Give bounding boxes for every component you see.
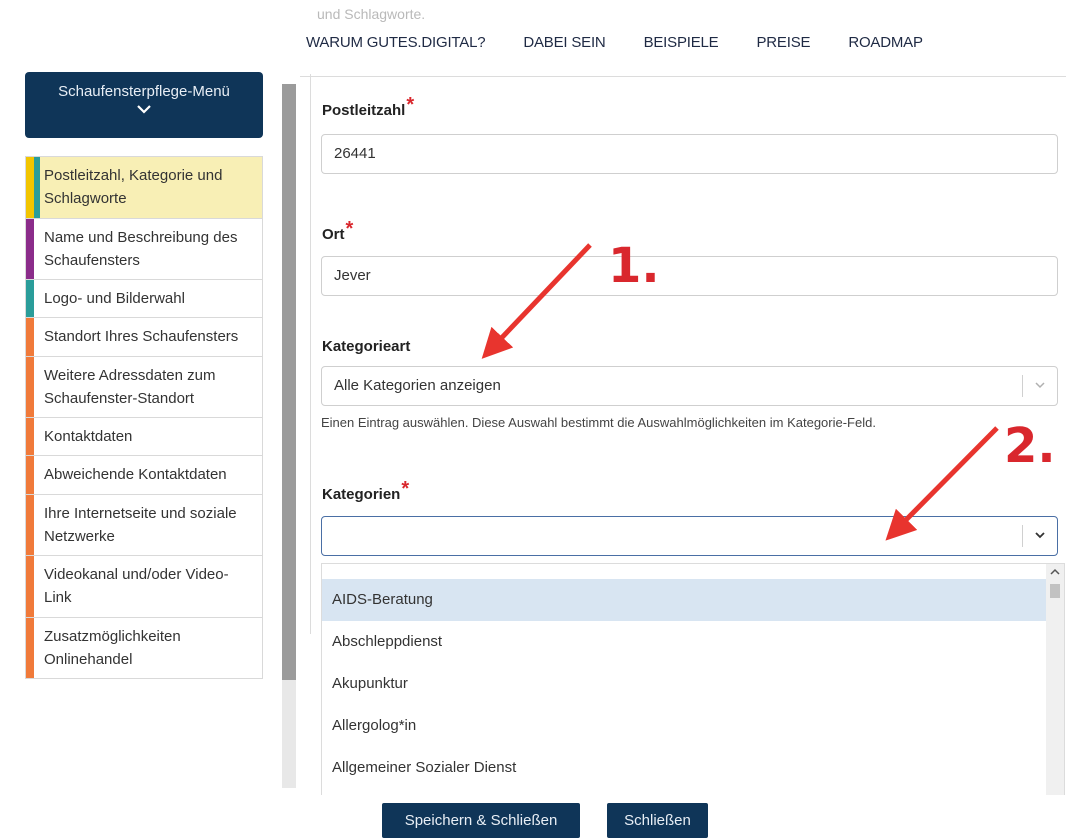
- sidebar-item-label: Weitere Adressdaten zum Schaufenster-Sta…: [44, 366, 216, 407]
- nav-preise[interactable]: PREISE: [756, 34, 810, 51]
- sidebar-item-adressdaten[interactable]: Weitere Adressdaten zum Schaufenster-Sta…: [25, 356, 263, 418]
- required-mark: *: [345, 218, 354, 240]
- sidebar-item-internetseite[interactable]: Ihre Internetseite und soziale Netzwerke: [25, 494, 263, 556]
- sidebar-color-bar: [26, 556, 34, 617]
- kategorien-label-text: Kategorien: [322, 486, 401, 503]
- nav-warum[interactable]: WARUM GUTES.DIGITAL?: [306, 34, 486, 51]
- dropdown-option[interactable]: Abschleppdienst: [322, 621, 1052, 663]
- annotation-step-1: 1.: [608, 238, 660, 294]
- menu-button-label: Schaufensterpflege-Menü: [58, 83, 230, 100]
- nav-dabei-sein[interactable]: DABEI SEIN: [523, 34, 605, 51]
- kategorieart-help-text: Einen Eintrag auswählen. Diese Auswahl b…: [321, 415, 876, 430]
- sidebar-item-label: Videokanal und/oder Video-Link: [44, 566, 229, 607]
- plz-label: Postleitzahl*: [322, 94, 414, 121]
- sidebar-color-bar: [26, 356, 34, 417]
- sidebar-item-label: Name und Beschreibung des Schaufensters: [44, 228, 238, 269]
- sidebar-item-onlinehandel[interactable]: Zusatzmöglichkeiten Onlinehandel: [25, 617, 263, 679]
- dropdown-scrollbar[interactable]: [1046, 564, 1064, 796]
- kategorieart-select[interactable]: Alle Kategorien anzeigen: [321, 366, 1058, 406]
- kategorien-dropdown-list: AIDS-Beratung Abschleppdienst Akupunktur…: [321, 563, 1065, 797]
- menu-toggle-button[interactable]: Schaufensterpflege-Menü: [25, 72, 263, 138]
- nav-roadmap[interactable]: ROADMAP: [848, 34, 923, 51]
- dropdown-option[interactable]: AIDS-Beratung: [322, 579, 1052, 621]
- sidebar-color-bar: [26, 617, 34, 678]
- plz-input[interactable]: 26441: [321, 134, 1058, 174]
- kategorien-label: Kategorien*: [322, 478, 409, 505]
- sidebar-color-bar: [26, 418, 34, 456]
- faded-header-text: und Schlagworte.: [317, 6, 426, 22]
- annotation-step-2: 2.: [1004, 418, 1056, 474]
- plz-label-text: Postleitzahl: [322, 102, 406, 119]
- sidebar-nav: Postleitzahl, Kategorie und Schlagworte …: [25, 156, 263, 679]
- sidebar-scrollbar[interactable]: [282, 84, 296, 788]
- dropdown-spacer: [322, 564, 1064, 579]
- required-mark: *: [401, 478, 410, 500]
- sidebar-item-postleitzahl[interactable]: Postleitzahl, Kategorie und Schlagworte: [25, 156, 263, 219]
- sidebar-color-bar: [26, 218, 34, 279]
- sidebar-color-bar: [26, 494, 34, 555]
- sidebar-item-videokanal[interactable]: Videokanal und/oder Video-Link: [25, 556, 263, 618]
- scrollbar-thumb[interactable]: [282, 84, 296, 680]
- sidebar-item-label: Abweichende Kontaktdaten: [44, 466, 227, 484]
- sidebar-item-label: Standort Ihres Schaufensters: [44, 328, 239, 346]
- sidebar-item-label: Zusatzmöglichkeiten Onlinehandel: [44, 627, 181, 668]
- dropdown-option[interactable]: Allergolog*in: [322, 705, 1052, 747]
- sidebar-color-bar: [26, 456, 34, 494]
- kategorieart-label: Kategorieart: [322, 338, 411, 355]
- sidebar-item-label: Postleitzahl, Kategorie und Schlagworte: [44, 167, 223, 208]
- nav-beispiele[interactable]: BEISPIELE: [644, 34, 719, 51]
- sidebar-color-bar: [26, 157, 34, 218]
- required-mark: *: [406, 94, 415, 116]
- sidebar-item-logo[interactable]: Logo- und Bilderwahl: [25, 280, 263, 319]
- kategorieart-select-value: Alle Kategorien anzeigen: [334, 377, 501, 394]
- sidebar-item-standort[interactable]: Standort Ihres Schaufensters: [25, 318, 263, 357]
- sidebar-color-bar: [26, 318, 34, 356]
- sidebar-item-label: Kontaktdaten: [44, 428, 133, 445]
- chevron-down-icon: [1035, 532, 1045, 539]
- chevron-up-icon[interactable]: [1050, 568, 1060, 576]
- chevron-down-icon: [137, 105, 151, 114]
- sidebar-color-bar: [26, 280, 34, 318]
- select-arrow[interactable]: [1022, 375, 1057, 397]
- select-arrow[interactable]: [1022, 525, 1057, 547]
- sidebar-item-label: Ihre Internetseite und soziale Netzwerke: [44, 504, 237, 545]
- sidebar-item-abweichende[interactable]: Abweichende Kontaktdaten: [25, 456, 263, 495]
- sidebar-item-name[interactable]: Name und Beschreibung des Schaufensters: [25, 218, 263, 280]
- top-navigation: WARUM GUTES.DIGITAL? DABEI SEIN BEISPIEL…: [306, 34, 961, 51]
- close-button[interactable]: Schließen: [607, 803, 708, 838]
- save-close-button[interactable]: Speichern & Schließen: [382, 803, 580, 838]
- chevron-down-icon: [1035, 382, 1045, 389]
- dropdown-scrollbar-thumb[interactable]: [1050, 584, 1060, 598]
- sidebar-color-bar-inner: [34, 157, 40, 218]
- dropdown-option[interactable]: Akupunktur: [322, 663, 1052, 705]
- ort-label-text: Ort: [322, 226, 345, 243]
- sidebar-item-kontaktdaten[interactable]: Kontaktdaten: [25, 418, 263, 457]
- ort-label: Ort*: [322, 218, 353, 245]
- kategorien-select[interactable]: [321, 516, 1058, 556]
- ort-input[interactable]: Jever: [321, 256, 1058, 296]
- dropdown-option[interactable]: Allgemeiner Sozialer Dienst: [322, 747, 1052, 789]
- sidebar-item-label: Logo- und Bilderwahl: [44, 290, 185, 307]
